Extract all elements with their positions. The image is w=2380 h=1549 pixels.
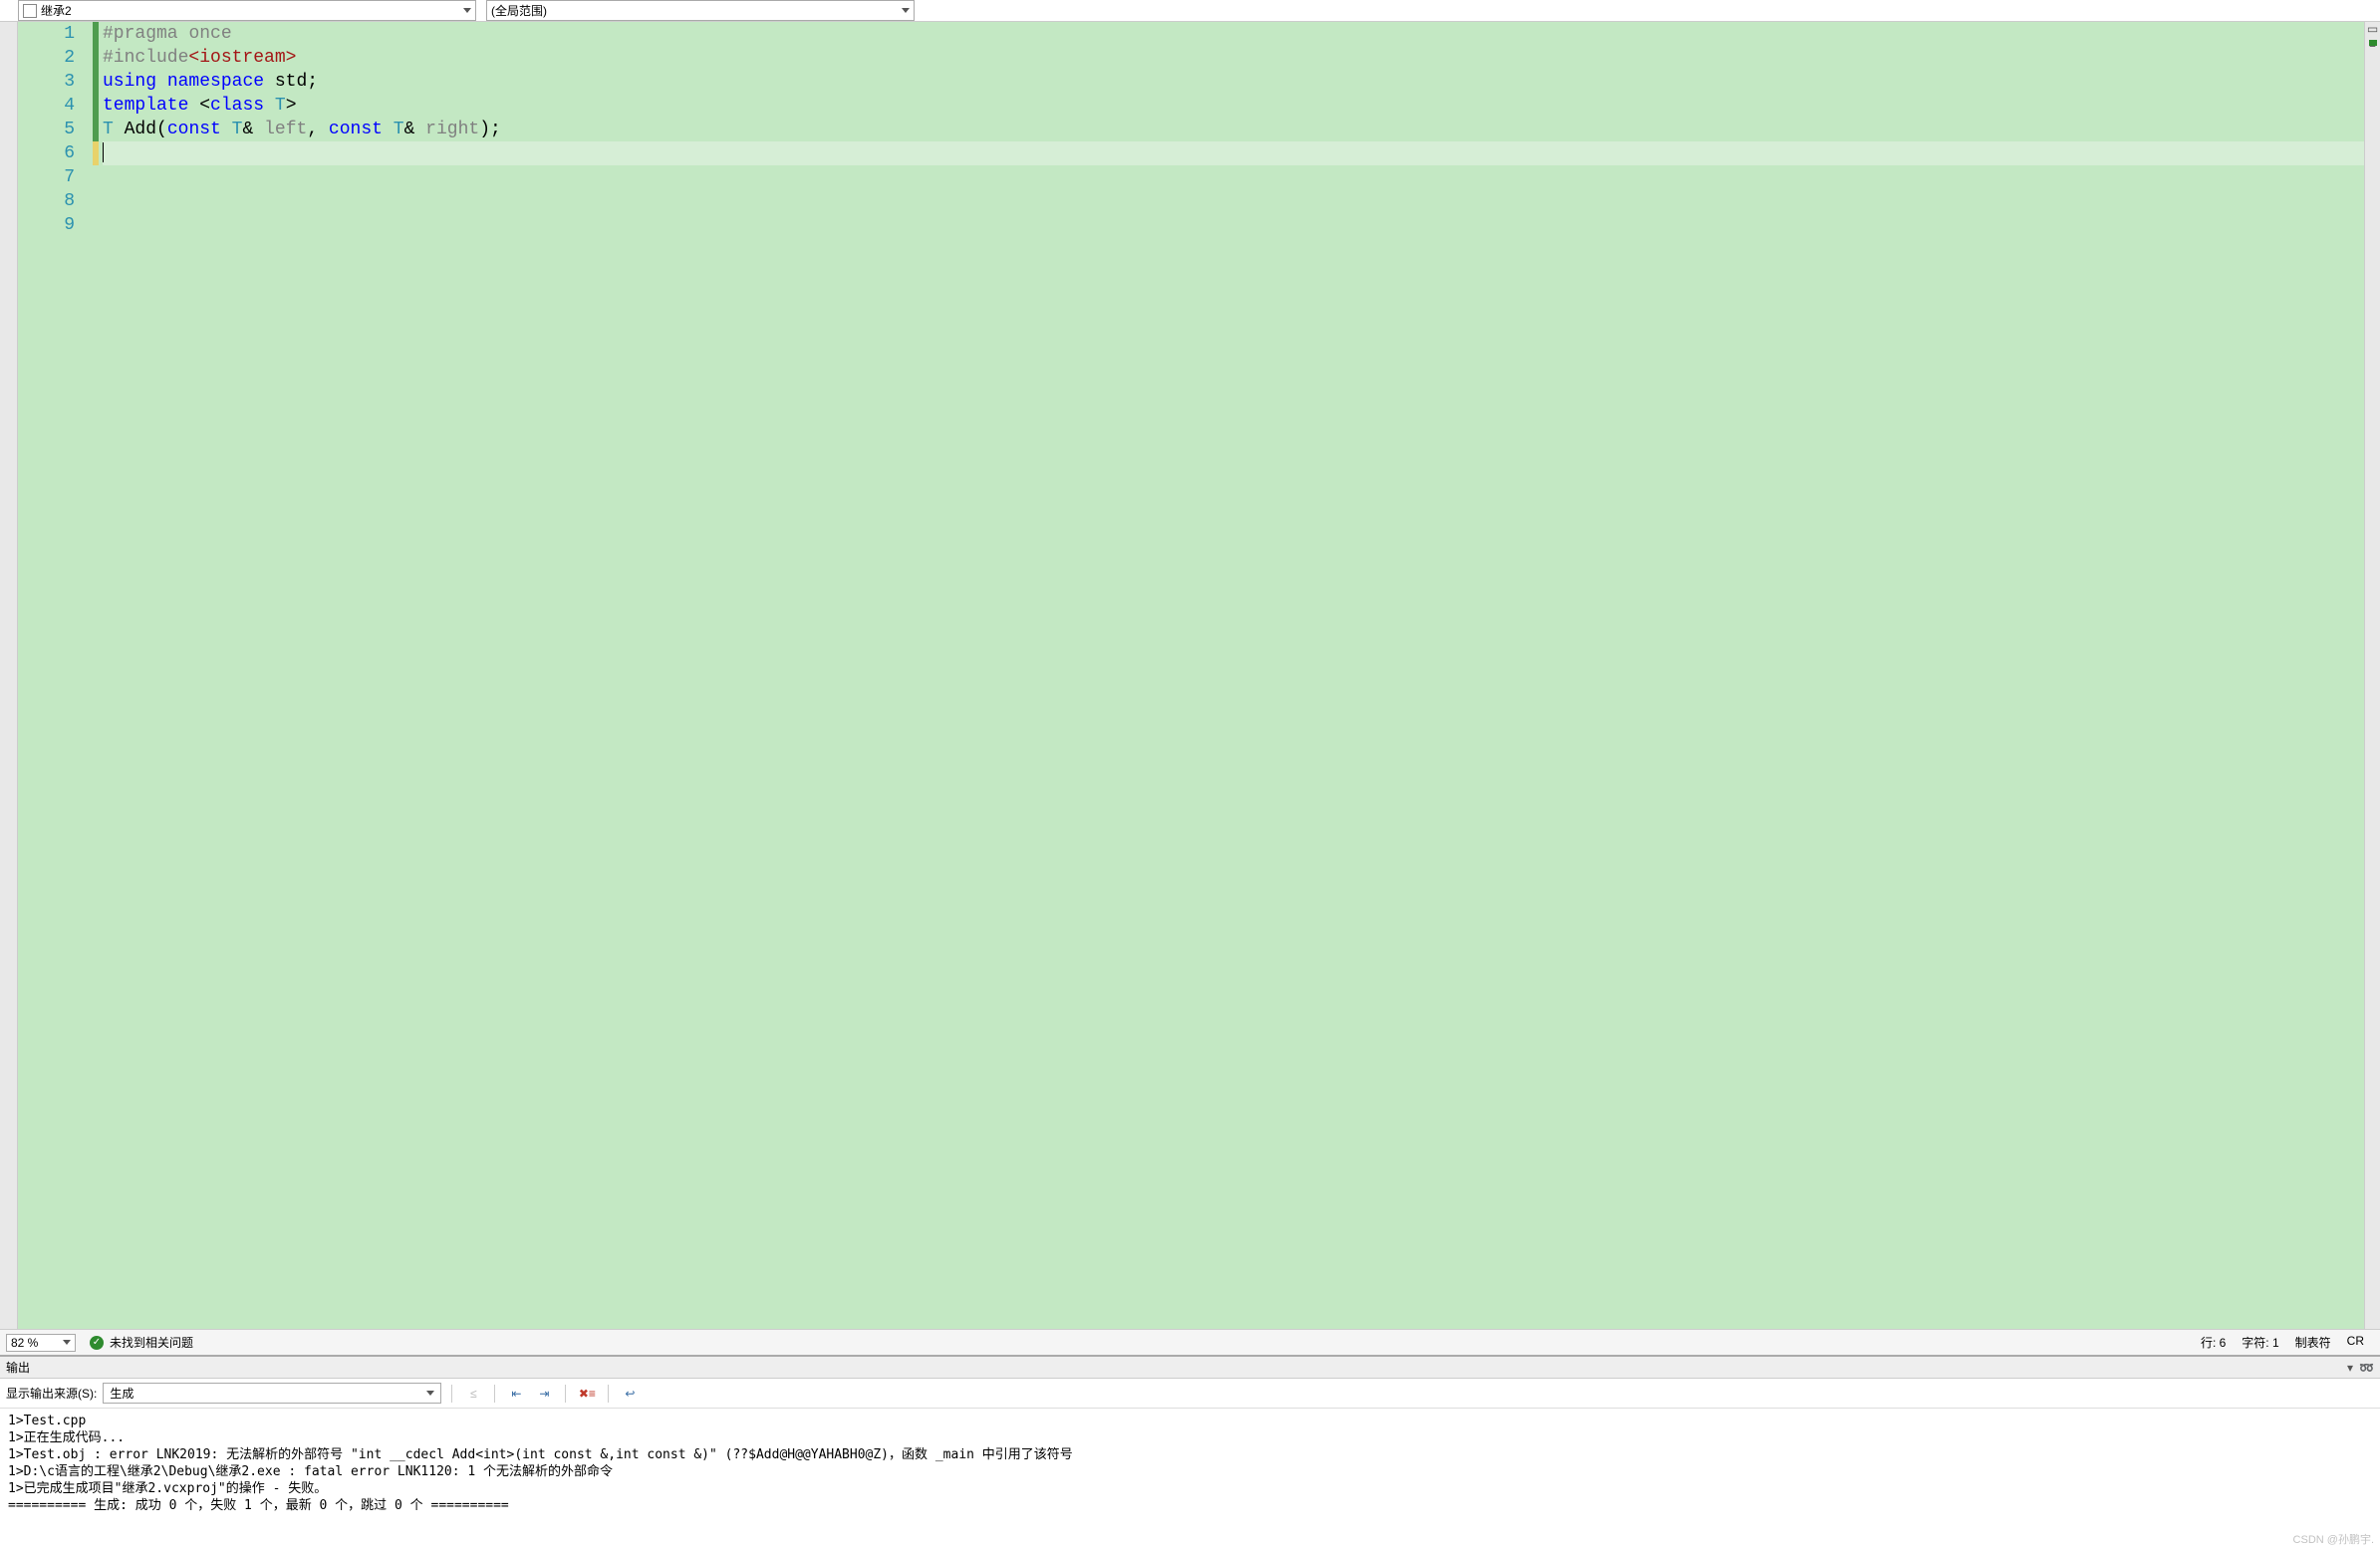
- code-line[interactable]: [103, 189, 2380, 213]
- word-wrap-icon[interactable]: ↩: [619, 1384, 641, 1404]
- editor-status-bar: 82 % ✓ 未找到相关问题 行: 6 字符: 1 制表符 CR: [0, 1329, 2380, 1355]
- toolbar-separator: [451, 1385, 452, 1403]
- line-ending: CR: [2347, 1334, 2364, 1351]
- dropdown-icon[interactable]: ▾: [2347, 1361, 2353, 1375]
- output-source-select[interactable]: 生成: [103, 1383, 441, 1404]
- code-line[interactable]: #pragma once: [103, 22, 2380, 46]
- goto-next-icon[interactable]: ⇥: [533, 1384, 555, 1404]
- chevron-down-icon: [902, 8, 910, 13]
- output-title-bar: 输出 ▾ ➿: [0, 1357, 2380, 1379]
- editor-left-margin: [0, 22, 18, 1329]
- line-number: 3: [18, 70, 75, 94]
- line-number: 7: [18, 165, 75, 189]
- code-line[interactable]: template <class T>: [103, 94, 2380, 118]
- context-bar: 继承2 (全局范围): [0, 0, 2380, 22]
- vertical-scrollbar[interactable]: ▭ ▴: [2364, 22, 2380, 1329]
- cursor-line: 行: 6: [2201, 1334, 2226, 1351]
- code-line[interactable]: [103, 213, 2380, 237]
- toolbar-separator: [494, 1385, 495, 1403]
- scroll-split-icon[interactable]: ▭: [2366, 22, 2380, 36]
- scope-dropdown[interactable]: (全局范围): [486, 0, 915, 21]
- cursor-char: 字符: 1: [2242, 1334, 2278, 1351]
- chevron-down-icon: [63, 1340, 71, 1345]
- toolbar-separator: [565, 1385, 566, 1403]
- check-icon: ✓: [90, 1336, 104, 1350]
- code-line[interactable]: #include<iostream>: [103, 46, 2380, 70]
- file-context-value: 继承2: [41, 2, 72, 19]
- line-number: 9: [18, 213, 75, 237]
- clear-all-icon[interactable]: ✖≡: [576, 1384, 598, 1404]
- line-number-gutter: 123456789: [18, 22, 93, 1329]
- pin-icon[interactable]: ➿: [2359, 1361, 2374, 1375]
- output-panel: 输出 ▾ ➿ 显示输出来源(S): 生成 ≤ ⇤ ⇥ ✖≡ ↩ 1>Test.c…: [0, 1355, 2380, 1549]
- line-number: 8: [18, 189, 75, 213]
- output-source-label: 显示输出来源(S):: [6, 1385, 97, 1402]
- file-icon: [23, 4, 37, 18]
- output-source-value: 生成: [110, 1385, 133, 1402]
- code-line[interactable]: [103, 165, 2380, 189]
- issues-status-text: 未找到相关问题: [110, 1334, 193, 1351]
- code-line[interactable]: [103, 141, 2380, 165]
- goto-prev-icon[interactable]: ⇤: [505, 1384, 527, 1404]
- zoom-level-select[interactable]: 82 %: [6, 1334, 76, 1352]
- chevron-down-icon: [463, 8, 471, 13]
- line-number: 4: [18, 94, 75, 118]
- code-editor[interactable]: 123456789 #pragma once#include<iostream>…: [0, 22, 2380, 1329]
- code-text-area[interactable]: #pragma once#include<iostream>using name…: [99, 22, 2380, 1329]
- text-cursor: [103, 142, 104, 162]
- scroll-position-marker: [2369, 40, 2377, 46]
- indent-mode: 制表符: [2295, 1334, 2331, 1351]
- line-number: 6: [18, 141, 75, 165]
- line-number: 5: [18, 118, 75, 141]
- file-context-dropdown[interactable]: 继承2: [18, 0, 476, 21]
- code-line[interactable]: T Add(const T& left, const T& right);: [103, 118, 2380, 141]
- toolbar-separator: [608, 1385, 609, 1403]
- output-panel-title: 输出: [6, 1359, 30, 1376]
- line-number: 1: [18, 22, 75, 46]
- code-line[interactable]: using namespace std;: [103, 70, 2380, 94]
- line-number: 2: [18, 46, 75, 70]
- output-text-area[interactable]: 1>Test.cpp 1>正在生成代码... 1>Test.obj : erro…: [0, 1409, 2380, 1549]
- output-toolbar: 显示输出来源(S): 生成 ≤ ⇤ ⇥ ✖≡ ↩: [0, 1379, 2380, 1409]
- prev-message-icon: ≤: [462, 1384, 484, 1404]
- zoom-value: 82 %: [11, 1336, 38, 1350]
- scope-value: (全局范围): [491, 2, 547, 19]
- chevron-down-icon: [426, 1391, 434, 1396]
